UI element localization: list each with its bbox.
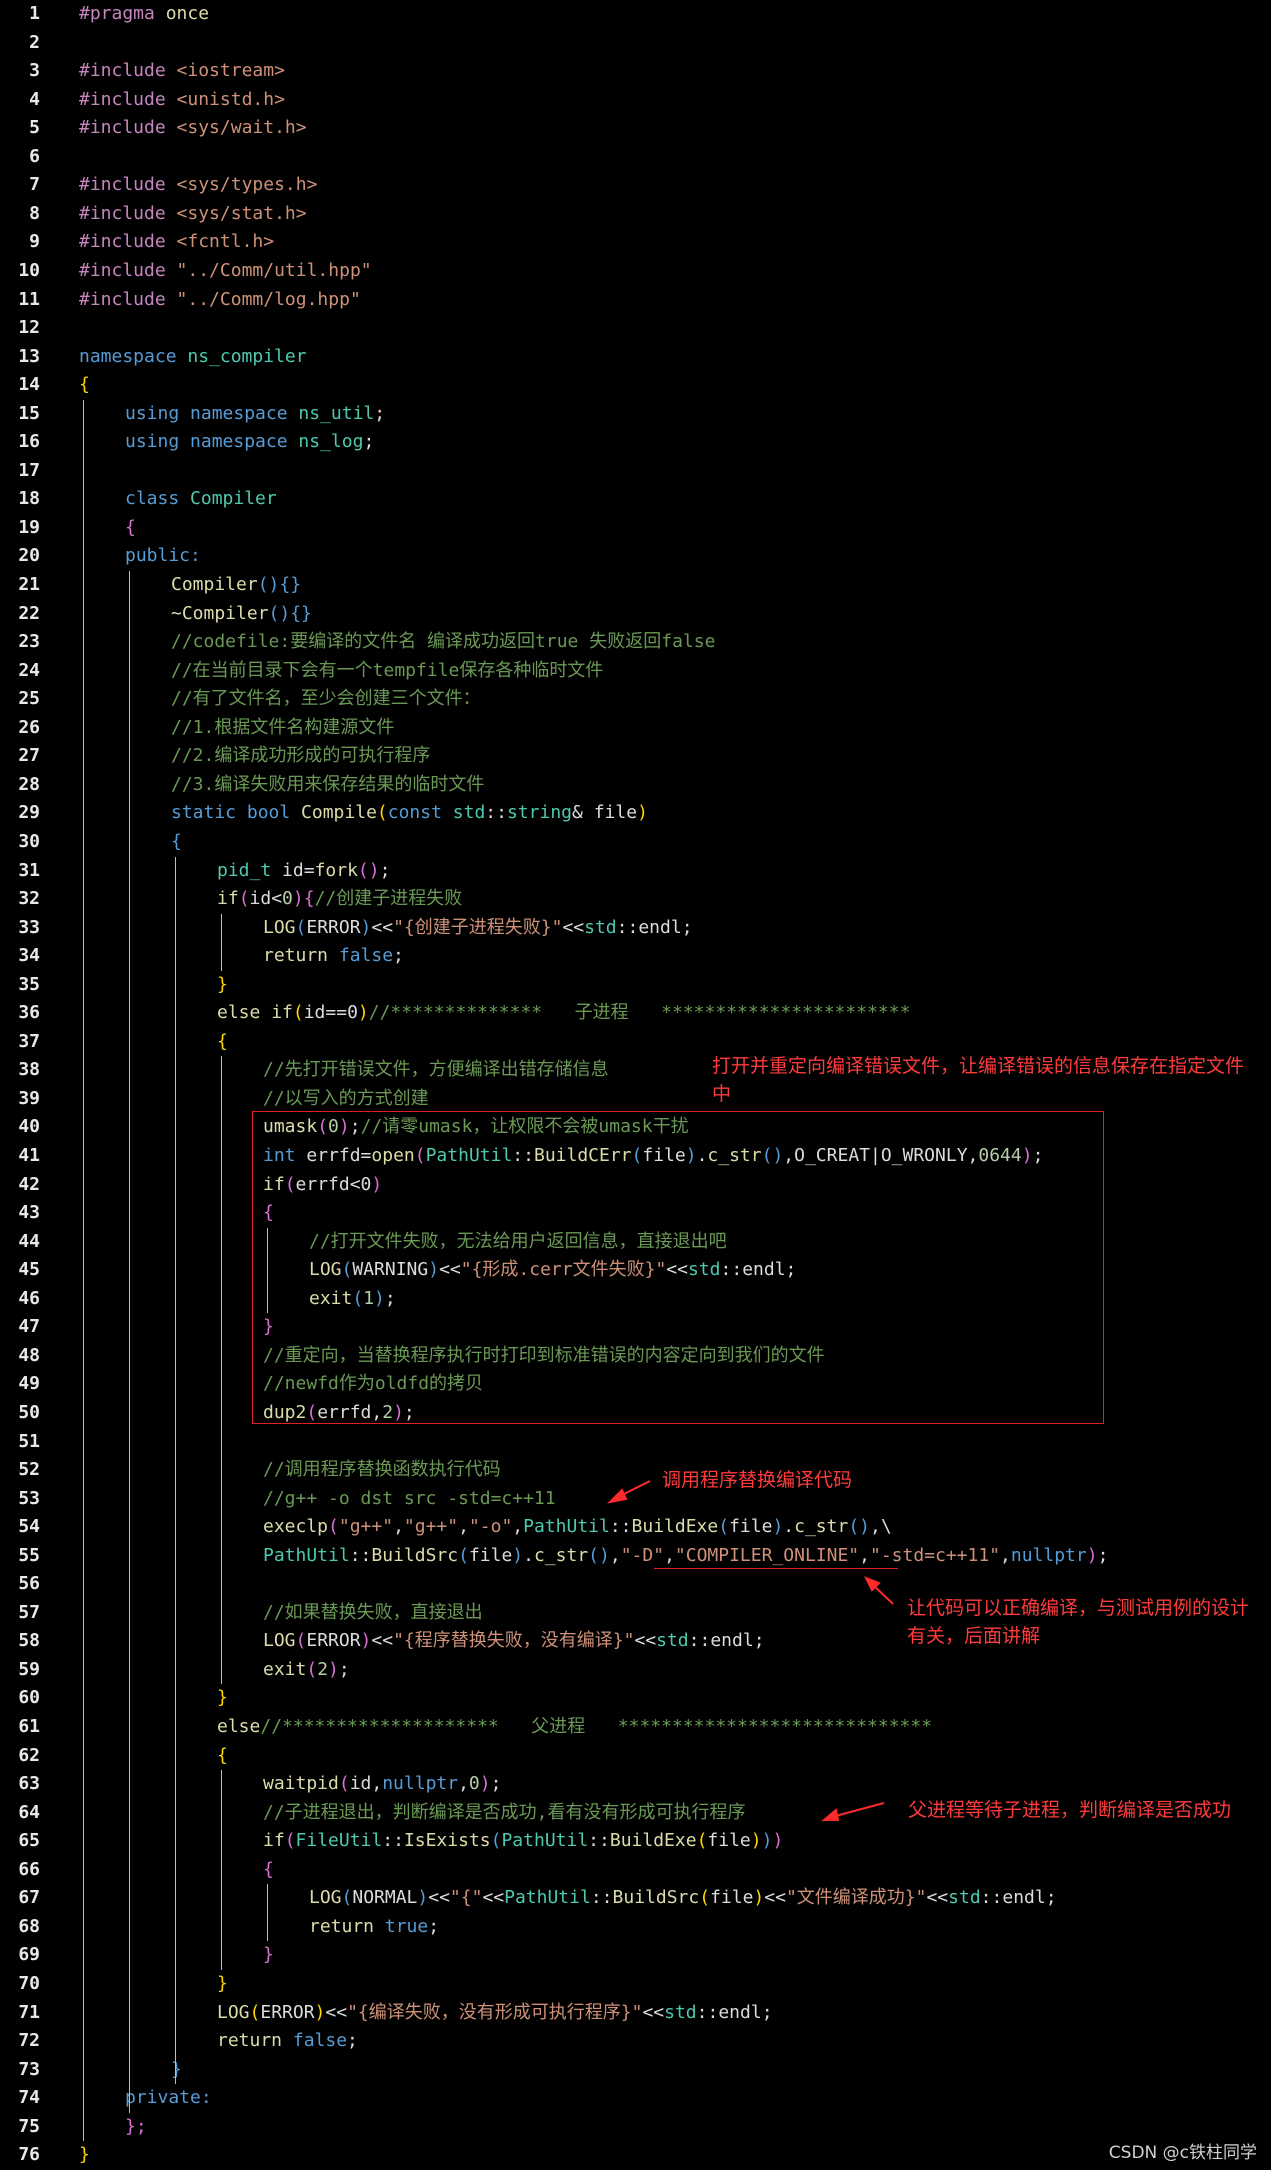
- watermark: CSDN @c铁柱同学: [1108, 2143, 1257, 2163]
- annotation-exec: 调用程序替换编译代码: [662, 1469, 853, 1491]
- annotation-redirect: 打开并重定向编译错误文件，让编译错误的信息保存在指定文件中: [712, 1055, 1245, 1105]
- code-editor[interactable]: 1 #pragma once 2 3 #include <iostream> 4 #incl…: [0, 0, 1271, 2169]
- wait-arrow-head: [821, 1808, 840, 1821]
- annotation-wait: 父进程等待子进程，判断编译是否成功: [908, 1799, 1232, 1821]
- exec-arrow-head: [607, 1488, 628, 1504]
- annotation-define: 让代码可以正确编译，与测试用例的设计有关，后面讲解: [907, 1597, 1250, 1647]
